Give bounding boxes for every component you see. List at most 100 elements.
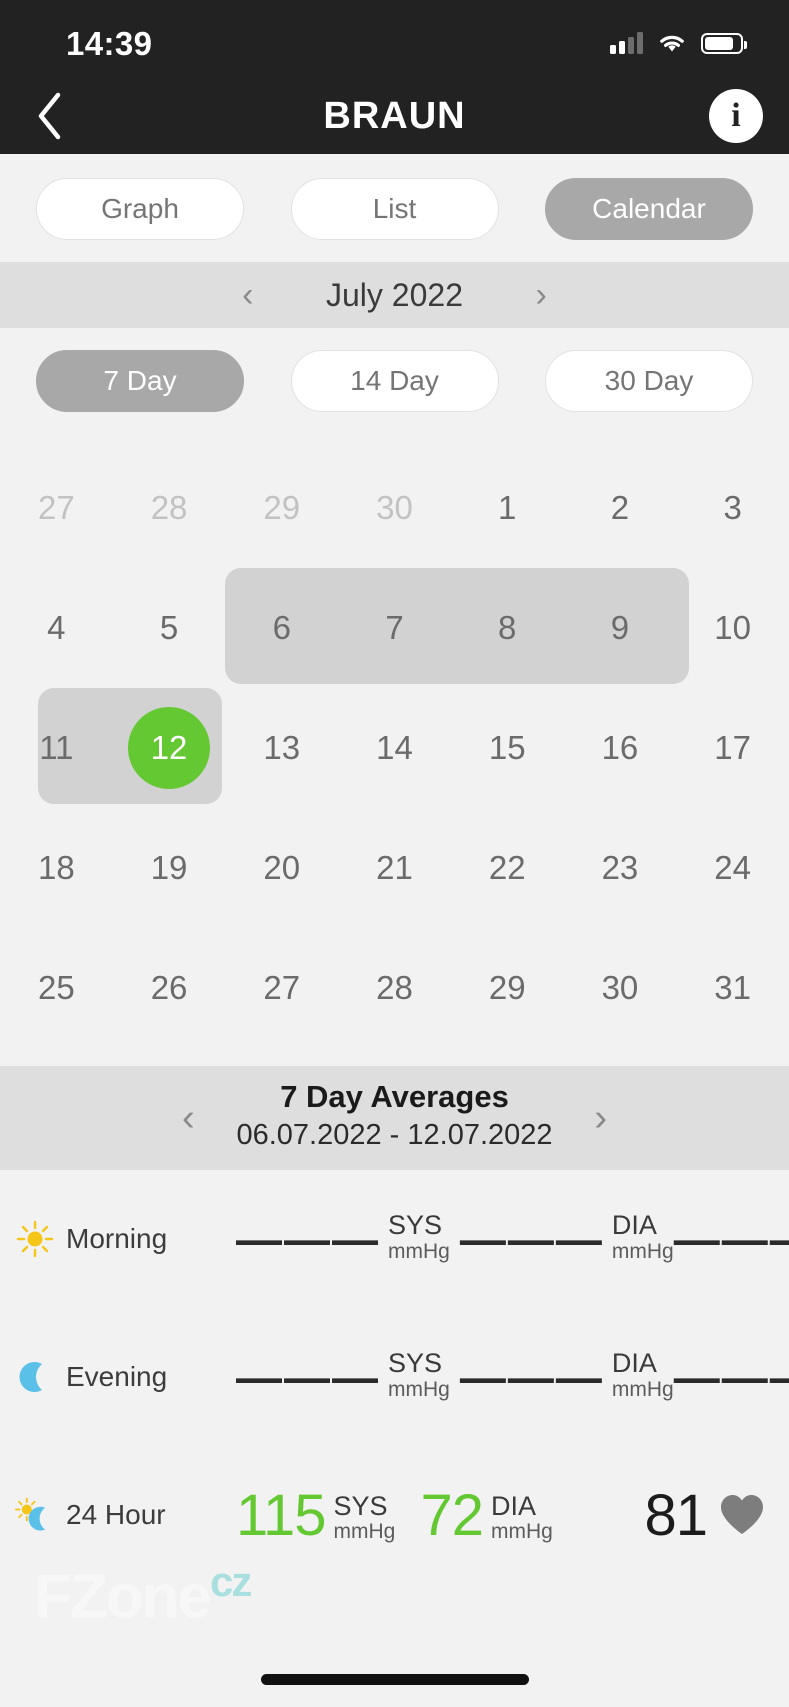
battery-icon: [701, 32, 747, 54]
back-chevron-icon[interactable]: [22, 88, 78, 144]
chevron-right-icon[interactable]: ›: [536, 278, 547, 312]
measurement-period-label: 24 Hour: [66, 1499, 166, 1531]
wifi-icon: [657, 32, 687, 54]
calendar-day-label: 20: [263, 849, 301, 886]
calendar-day-30[interactable]: 30: [338, 448, 451, 568]
tab-30-day[interactable]: 30 Day: [545, 350, 753, 412]
sys-value: ———: [236, 1213, 380, 1266]
calendar-day-16[interactable]: 16: [564, 688, 677, 808]
status-bar: 14:39: [0, 0, 789, 78]
calendar-day-6[interactable]: 6: [225, 568, 338, 688]
calendar-day-label: 26: [150, 969, 188, 1006]
brand-logo: BRAUN: [323, 95, 466, 137]
calendar-day-30[interactable]: 30: [564, 928, 677, 1048]
calendar-day-label: 28: [150, 489, 188, 526]
month-navigator: ‹ July 2022 ›: [0, 262, 789, 328]
calendar-day-25[interactable]: 25: [0, 928, 113, 1048]
calendar-day-4[interactable]: 4: [0, 568, 113, 688]
calendar-day-label: 15: [488, 729, 526, 766]
calendar-day-label: 24: [714, 849, 751, 886]
home-indicator[interactable]: [260, 1674, 529, 1685]
calendar-day-label: 22: [488, 849, 526, 886]
pulse-cell: 81: [595, 1486, 765, 1544]
calendar-day-31[interactable]: 31: [676, 928, 789, 1048]
calendar-day-label: 29: [263, 489, 301, 526]
tab-list[interactable]: List: [290, 178, 499, 240]
calendar-day-22[interactable]: 22: [451, 808, 564, 928]
averages-next-chevron-icon[interactable]: ›: [594, 1099, 607, 1137]
tab-graph[interactable]: Graph: [36, 178, 244, 240]
calendar-day-17[interactable]: 17: [676, 688, 789, 808]
moon-icon: [14, 1356, 56, 1398]
calendar-day-12[interactable]: 12: [113, 688, 226, 808]
calendar-day-20[interactable]: 20: [225, 808, 338, 928]
info-icon[interactable]: i: [709, 89, 763, 143]
view-tab-group: Graph List Calendar: [0, 154, 789, 262]
averages-prev-chevron-icon[interactable]: ‹: [182, 1099, 195, 1137]
calendar-day-26[interactable]: 26: [113, 928, 226, 1048]
chevron-left-icon[interactable]: ‹: [242, 278, 253, 312]
calendar-day-10[interactable]: 10: [676, 568, 789, 688]
watermark: FZonecz: [34, 1561, 252, 1629]
calendar-day-21[interactable]: 21: [338, 808, 451, 928]
calendar-day-label: 12: [128, 707, 211, 789]
calendar-day-28[interactable]: 28: [338, 928, 451, 1048]
calendar-day-23[interactable]: 23: [564, 808, 677, 928]
dia-value: ———: [459, 1213, 604, 1266]
tab-calendar[interactable]: Calendar: [545, 178, 753, 240]
tab-14-day[interactable]: 14 Day: [290, 350, 499, 412]
calendar-day-label: 19: [150, 849, 188, 886]
tab-calendar-label: Calendar: [592, 193, 706, 224]
measurement-row-evening[interactable]: Evening———SYSmmHg———DIAmmHg———: [0, 1308, 789, 1446]
calendar-day-label: 5: [159, 609, 179, 646]
dia-unit-name: DIA: [491, 1490, 537, 1521]
calendar-day-label: 4: [47, 609, 66, 646]
sys-unit-name: SYS: [333, 1490, 388, 1521]
calendar-day-29[interactable]: 29: [225, 448, 338, 568]
measurement-row-morning[interactable]: Morning———SYSmmHg———DIAmmHg———: [0, 1170, 789, 1308]
measurement-label-group: Morning: [14, 1218, 232, 1260]
tab-7-day[interactable]: 7 Day: [36, 350, 244, 412]
calendar-day-29[interactable]: 29: [451, 928, 564, 1048]
sys-unit-group: SYS mmHg: [333, 1488, 395, 1543]
sys-cell: ——— SYS mmHg: [232, 1207, 450, 1271]
calendar-day-8[interactable]: 8: [451, 568, 564, 688]
calendar-day-28[interactable]: 28: [113, 448, 226, 568]
measurement-period-label: Evening: [66, 1361, 168, 1393]
calendar-day-label: 23: [601, 849, 639, 886]
calendar-day-label: 31: [714, 969, 751, 1006]
tab-graph-label: Graph: [101, 193, 179, 224]
sun-icon: [14, 1218, 56, 1260]
calendar-day-2[interactable]: 2: [564, 448, 677, 568]
calendar-day-label: 27: [37, 489, 75, 526]
calendar-day-3[interactable]: 3: [676, 448, 789, 568]
calendar-day-15[interactable]: 15: [451, 688, 564, 808]
info-icon-glyph: i: [731, 97, 741, 134]
calendar-day-5[interactable]: 5: [113, 568, 226, 688]
calendar-day-19[interactable]: 19: [113, 808, 226, 928]
pulse-value: ———: [673, 1351, 789, 1404]
cellular-signal-icon: [610, 32, 643, 54]
calendar-day-9[interactable]: 9: [564, 568, 677, 688]
averages-header-text: 7 Day Averages 06.07.2022 - 12.07.2022: [236, 1078, 552, 1154]
calendar-day-7[interactable]: 7: [338, 568, 451, 688]
sys-cell: ——— SYS mmHg: [232, 1345, 450, 1409]
calendar-day-1[interactable]: 1: [451, 448, 564, 568]
averages-date-range: 06.07.2022 - 12.07.2022: [236, 1118, 553, 1151]
calendar-day-14[interactable]: 14: [338, 688, 451, 808]
calendar-day-label: 30: [601, 969, 639, 1006]
measurement-rows: Morning———SYSmmHg———DIAmmHg——— Evening ———…: [0, 1170, 789, 1585]
sys-unit-group: SYS mmHg: [388, 1345, 450, 1401]
calendar-day-27[interactable]: 27: [225, 928, 338, 1048]
calendar-day-label: 18: [37, 849, 75, 886]
calendar-day-24[interactable]: 24: [676, 808, 789, 928]
range-tab-group: 7 Day 14 Day 30 Day: [0, 328, 789, 424]
calendar-day-27[interactable]: 27: [0, 448, 113, 568]
calendar-day-11[interactable]: 11: [0, 688, 113, 808]
sys-value: 115: [236, 1482, 326, 1548]
calendar-day-label: 10: [714, 609, 751, 646]
pulse-cell: ———: [674, 1345, 789, 1409]
calendar-day-18[interactable]: 18: [0, 808, 113, 928]
calendar-day-13[interactable]: 13: [225, 688, 338, 808]
app-screen: 14:39 BRAUN i Graph List Calendar ‹ July…: [0, 0, 789, 1707]
